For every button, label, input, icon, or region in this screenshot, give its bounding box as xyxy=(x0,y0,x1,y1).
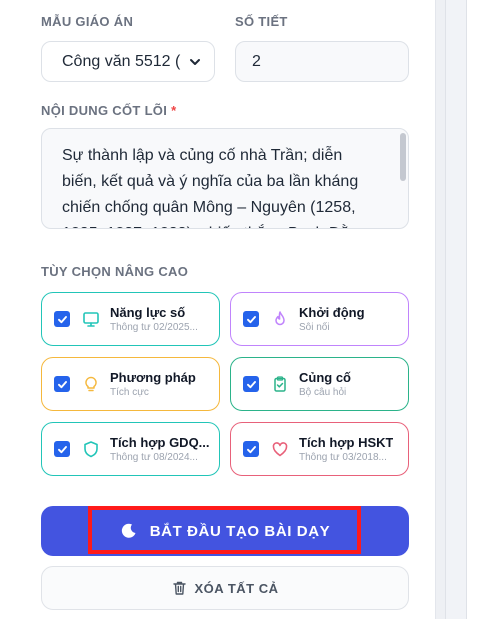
right-column-edge xyxy=(466,0,484,619)
template-label: MẪU GIÁO ÁN xyxy=(41,14,134,29)
option-subtitle: Sôi nổi xyxy=(299,322,330,333)
check-icon xyxy=(57,445,67,453)
option-card[interactable]: Tích hợp HSKT Thông tư 03/2018... xyxy=(230,422,409,476)
check-icon xyxy=(246,380,256,388)
option-title: Tích hợp GDQ... xyxy=(110,435,210,450)
option-card[interactable]: Năng lực số Thông tư 02/2025... xyxy=(41,292,220,346)
check-icon xyxy=(57,315,67,323)
advanced-options-label: TÙY CHỌN NÂNG CAO xyxy=(41,264,189,279)
option-title: Khởi động xyxy=(299,305,365,320)
periods-label: SỐ TIẾT xyxy=(235,14,288,29)
option-title: Phương pháp xyxy=(110,370,196,385)
flame-icon xyxy=(275,311,285,326)
periods-input-value: 2 xyxy=(252,52,261,70)
check-icon xyxy=(246,315,256,323)
option-title: Tích hợp HSKT xyxy=(299,435,394,450)
option-text: Phương pháp Tích cực xyxy=(110,370,196,398)
clear-all-button[interactable]: XÓA TẤT CẢ xyxy=(41,566,409,610)
option-title: Củng cố xyxy=(299,370,351,385)
option-text: Năng lực số Thông tư 02/2025... xyxy=(110,305,198,333)
heart-icon xyxy=(272,442,288,457)
option-text: Khởi động Sôi nổi xyxy=(299,305,365,333)
content-label: NỘI DUNG CỐT LÕI * xyxy=(41,103,176,118)
option-subtitle: Bộ câu hỏi xyxy=(299,387,347,398)
shield-icon xyxy=(84,441,98,458)
content-textarea[interactable]: Sự thành lập và củng cố nhà Trần; diễn b… xyxy=(41,128,409,229)
required-mark: * xyxy=(171,103,177,118)
textarea-scrollbar[interactable] xyxy=(400,133,406,181)
option-card[interactable]: Khởi động Sôi nổi xyxy=(230,292,409,346)
option-title: Năng lực số xyxy=(110,305,186,320)
template-select-value: Công văn 5512 ( xyxy=(62,52,181,70)
lightbulb-icon xyxy=(85,376,97,392)
check-icon xyxy=(246,445,256,453)
periods-input[interactable]: 2 xyxy=(235,41,409,82)
chevron-down-icon xyxy=(190,58,200,65)
option-checkbox[interactable] xyxy=(54,376,70,392)
option-subtitle: Thông tư 08/2024... xyxy=(110,452,198,463)
check-icon xyxy=(57,380,67,388)
option-subtitle: Thông tư 02/2025... xyxy=(110,322,198,333)
option-checkbox[interactable] xyxy=(54,441,70,457)
clipboard-check-icon xyxy=(274,376,286,392)
content-label-text: NỘI DUNG CỐT LÕI xyxy=(41,103,168,118)
highlight-box xyxy=(88,506,361,554)
template-select[interactable]: Công văn 5512 ( xyxy=(41,41,215,82)
panel-scrollbar[interactable] xyxy=(436,0,446,619)
trash-icon xyxy=(172,581,186,595)
option-text: Tích hợp HSKT Thông tư 03/2018... xyxy=(299,435,393,463)
option-checkbox[interactable] xyxy=(243,441,259,457)
option-text: Tích hợp GDQ... Thông tư 08/2024... xyxy=(110,435,210,463)
option-card[interactable]: Phương pháp Tích cực xyxy=(41,357,220,411)
option-subtitle: Tích cực xyxy=(110,387,149,398)
option-subtitle: Thông tư 03/2018... xyxy=(299,452,387,463)
lesson-form-panel: MẪU GIÁO ÁN SỐ TIẾT Công văn 5512 ( 2 NỘ… xyxy=(0,0,436,619)
option-card[interactable]: Tích hợp GDQ... Thông tư 08/2024... xyxy=(41,422,220,476)
option-checkbox[interactable] xyxy=(243,311,259,327)
option-card[interactable]: Củng cố Bộ câu hỏi xyxy=(230,357,409,411)
option-checkbox[interactable] xyxy=(243,376,259,392)
option-checkbox[interactable] xyxy=(54,311,70,327)
clear-all-label: XÓA TẤT CẢ xyxy=(194,580,279,596)
content-textarea-value: Sự thành lập và củng cố nhà Trần; diễn b… xyxy=(62,147,367,228)
monitor-icon xyxy=(83,312,99,327)
option-text: Củng cố Bộ câu hỏi xyxy=(299,370,351,398)
